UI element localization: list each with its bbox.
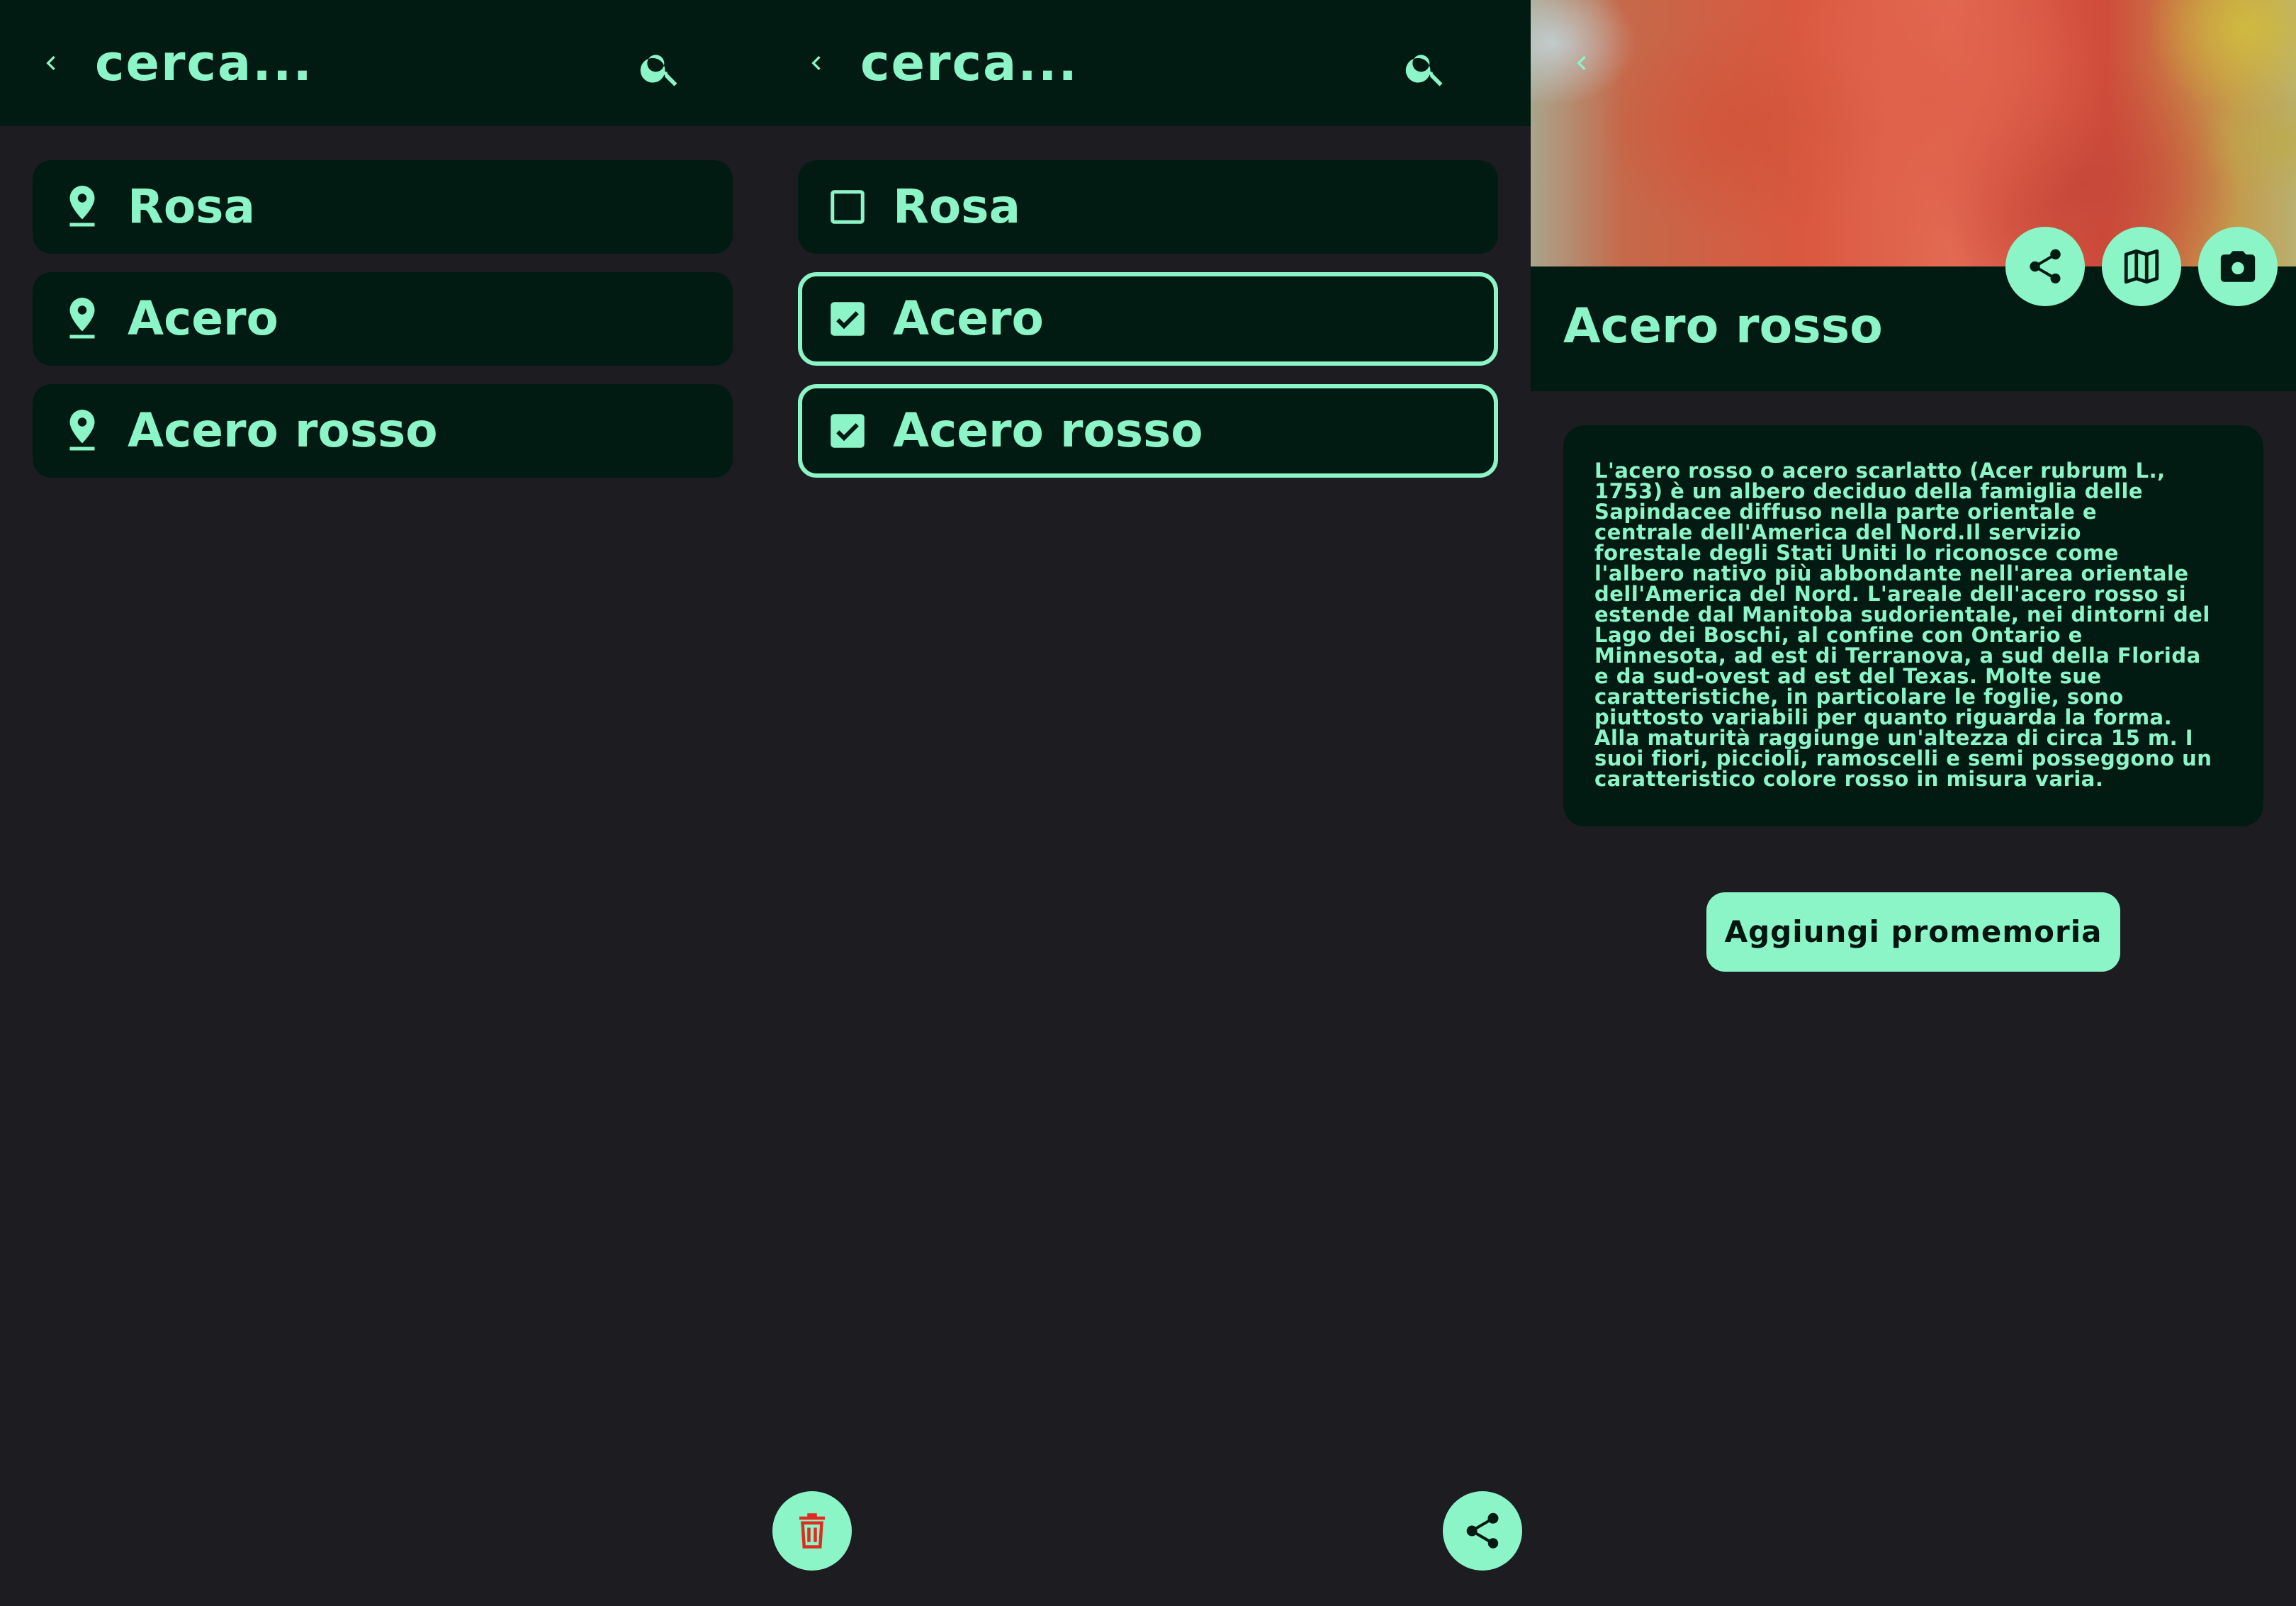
list-item-label: Rosa xyxy=(893,179,1020,234)
chevron-left-icon xyxy=(46,56,55,70)
detail-screen: Acero rosso L'acero rosso o acero scarla… xyxy=(1531,0,2296,1606)
list-item-rosa[interactable]: Rosa xyxy=(33,160,733,254)
list-item-label: Acero rosso xyxy=(893,403,1203,458)
delete-fab[interactable] xyxy=(772,1491,852,1571)
location-pin-icon xyxy=(58,407,106,455)
app-bar: cerca... xyxy=(765,0,1531,126)
chevron-left-icon xyxy=(1577,56,1586,70)
list-item-label: Rosa xyxy=(128,179,255,234)
back-button[interactable] xyxy=(1559,40,1604,86)
description-card: L'acero rosso o acero scarlatto (Acer ru… xyxy=(1563,425,2263,826)
checkbox-checked-icon[interactable] xyxy=(823,295,872,343)
share-fab[interactable] xyxy=(1443,1491,1522,1571)
search-button[interactable] xyxy=(1396,38,1456,98)
back-button[interactable] xyxy=(28,40,74,86)
location-pin-icon xyxy=(58,295,106,343)
description-text: L'acero rosso o acero scarlatto (Acer ru… xyxy=(1594,459,2212,791)
checkbox-unchecked-icon[interactable] xyxy=(823,183,872,231)
map-button[interactable] xyxy=(2102,227,2181,306)
search-list-screen: cerca... Rosa Acero Acero rosso xyxy=(0,0,765,1606)
list-item-label: Acero rosso xyxy=(128,403,438,458)
list-item-acero[interactable]: Acero xyxy=(798,272,1498,366)
hero-photo xyxy=(1531,0,2296,266)
list-item-acero-rosso[interactable]: Acero rosso xyxy=(33,384,733,478)
list-item-label: Acero xyxy=(893,291,1044,346)
selection-list-screen: cerca... Rosa Acero Acero rosso xyxy=(765,0,1531,1606)
list-item-label: Acero xyxy=(128,291,278,346)
map-icon xyxy=(2124,249,2159,284)
list-item-acero-rosso[interactable]: Acero rosso xyxy=(798,384,1498,478)
app-bar: cerca... xyxy=(0,0,765,126)
page-title: cerca... xyxy=(860,34,1079,92)
camera-icon xyxy=(2220,251,2256,282)
detail-header: Acero rosso xyxy=(1531,266,2296,391)
share-button[interactable] xyxy=(2005,227,2085,306)
search-button[interactable] xyxy=(631,38,690,98)
share-icon xyxy=(1466,1512,1499,1549)
search-icon xyxy=(640,55,677,86)
location-pin-icon xyxy=(58,183,106,231)
trash-icon xyxy=(799,1513,825,1549)
page-title: cerca... xyxy=(95,34,313,92)
chevron-left-icon xyxy=(811,56,821,70)
detail-title: Acero rosso xyxy=(1563,298,1883,354)
list-item-rosa[interactable]: Rosa xyxy=(798,160,1498,254)
back-button[interactable] xyxy=(794,40,839,86)
list-item-acero[interactable]: Acero xyxy=(33,272,733,366)
share-icon xyxy=(2030,249,2061,283)
checkbox-checked-icon[interactable] xyxy=(823,407,872,455)
search-icon xyxy=(1405,55,1443,86)
camera-button[interactable] xyxy=(2198,227,2278,306)
add-reminder-button[interactable]: Aggiungi promemoria xyxy=(1706,892,2120,972)
